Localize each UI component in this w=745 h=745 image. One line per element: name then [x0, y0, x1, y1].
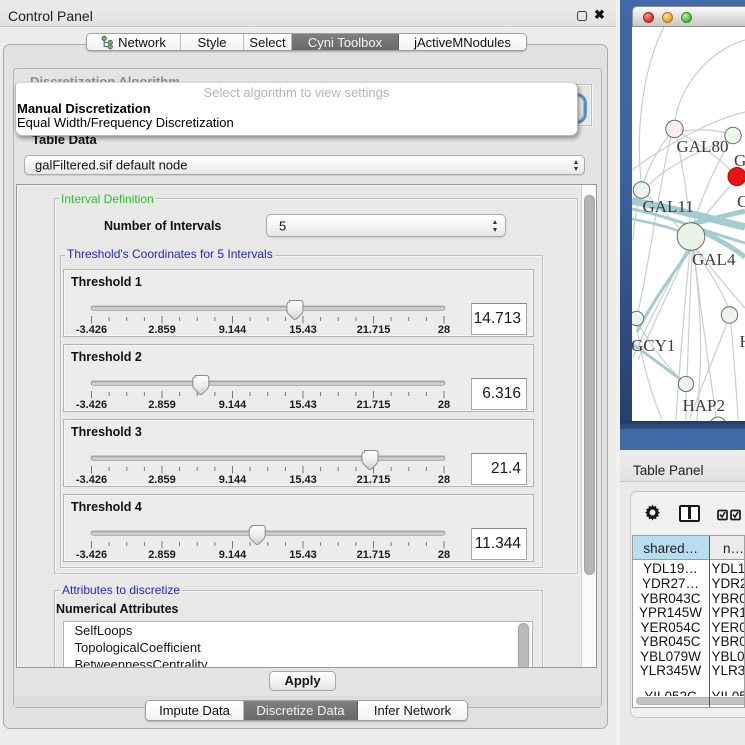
svg-text:GCY1: GCY1 [632, 336, 675, 355]
svg-text:C: C [737, 192, 745, 211]
svg-text:GAL11: GAL11 [643, 197, 694, 216]
svg-text:GAL80: GAL80 [677, 137, 729, 156]
svg-text:GAL4: GAL4 [692, 250, 736, 269]
svg-text:GA: GA [734, 151, 745, 170]
svg-text:H: H [740, 332, 745, 351]
svg-text:HAP2: HAP2 [683, 396, 726, 415]
